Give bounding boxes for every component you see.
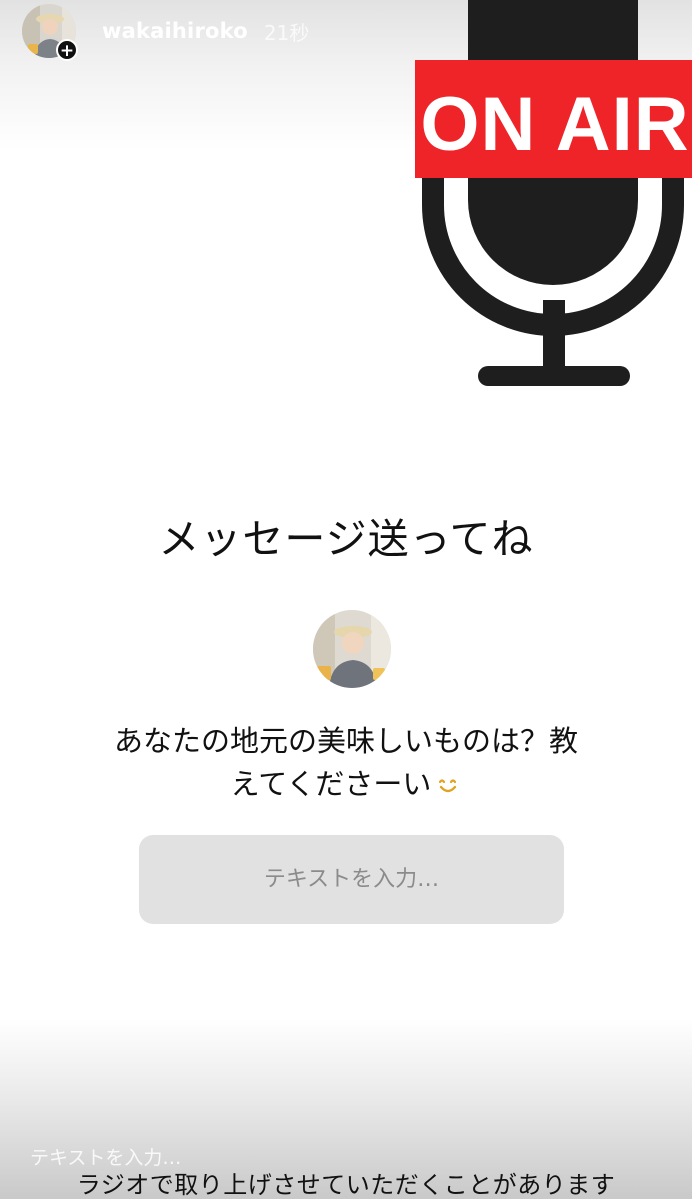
answer-input-container[interactable]	[139, 834, 564, 925]
add-story-badge[interactable]: +	[56, 39, 78, 61]
answer-input[interactable]	[139, 834, 564, 925]
question-text-block: あなたの地元の美味しいものは？教えてくださーい	[100, 720, 592, 806]
user-avatar[interactable]: +	[22, 4, 78, 61]
question-sticker-avatar	[313, 610, 391, 688]
smile-emoji-icon	[439, 779, 457, 793]
bottom-caption: ラジオで取り上げさせていただくことがあります	[76, 1171, 616, 1199]
on-air-microphone-graphic: ON AIR	[415, 0, 692, 386]
microphone-icon	[422, 0, 684, 386]
on-air-label: ON AIR	[420, 82, 689, 167]
story-username[interactable]: wakaihiroko	[102, 19, 248, 43]
story-timestamp: 21秒	[263, 20, 310, 45]
story-header: + wakaihiroko 21秒	[22, 2, 310, 61]
question-text: あなたの地元の美味しいものは？教えてくださーい	[113, 724, 578, 801]
page-title: メッセージ送ってね	[158, 515, 534, 563]
